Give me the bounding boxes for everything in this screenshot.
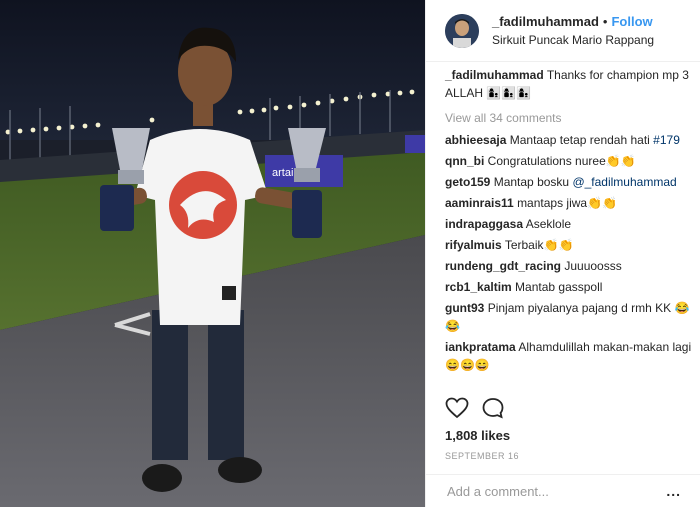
more-options-icon[interactable]: ... [666,483,681,499]
comments-list: _fadilmuhammad Thanks for champion mp 3 … [445,66,692,377]
post-side-panel: _fadilmuhammad • Follow Sirkuit Puncak Mar… [425,0,700,507]
comment-item: rcb1_kaltim Mantab gasspoll [445,278,692,296]
comment-username[interactable]: qnn_bi [445,154,484,168]
comment-item: rundeng_gdt_racing Juuuoosss [445,257,692,275]
comment-item: rifyalmuis Terbaik👏👏 [445,236,692,254]
add-comment-bar: ... [426,474,700,507]
comment-item: aaminrais11 mantaps jiwa👏👏 [445,194,692,212]
comment-username[interactable]: gunt93 [445,301,484,315]
post-photo[interactable]: artai M m [0,0,425,507]
comment-item: qnn_bi Congratulations nuree👏👏 [445,152,692,170]
comment-text: Juuuoosss [564,259,622,273]
photo-scene: artai M m [0,0,425,507]
comment-username[interactable]: abhieesaja [445,133,506,147]
comment-text: Terbaik👏👏 [504,238,574,252]
comment-username[interactable]: indrapaggasa [445,217,523,231]
instagram-post: artai M m [0,0,700,507]
post-header: _fadilmuhammad • Follow Sirkuit Puncak Mar… [426,0,700,62]
comment-text: Mantap bosku [493,175,570,189]
comment-username[interactable]: geto159 [445,175,490,189]
header-username[interactable]: _fadilmuhammad [492,14,599,29]
speech-bubble-icon[interactable] [481,397,505,424]
comment-text: Mantaap tetap rendah hati [509,133,650,147]
caption: _fadilmuhammad Thanks for champion mp 3 … [445,66,692,102]
comment-username[interactable]: rifyalmuis [445,238,502,252]
comment-text: Aseklole [525,217,572,231]
add-comment-input[interactable] [445,482,667,500]
follow-button[interactable]: Follow [611,14,652,29]
comment-username[interactable]: rcb1_kaltim [445,280,512,294]
avatar[interactable] [445,13,479,48]
comment-username[interactable]: rundeng_gdt_racing [445,259,561,273]
action-bar [445,397,505,424]
caption-username[interactable]: _fadilmuhammad [445,68,544,82]
comment-item: geto159 Mantap bosku @_fadilmuhammad [445,173,692,191]
comment-text: Mantab gasspoll [515,280,603,294]
comment-item: iankpratama Alhamdulillah makan-makan la… [445,338,692,374]
comment-item: gunt93 Pinjam piyalanya pajang d rmh KK … [445,299,692,335]
view-all-comments-link[interactable]: View all 34 comments [445,109,692,127]
post-date: SEPTEMBER 16 [445,451,520,461]
comment-text: Congratulations nuree👏👏 [487,154,636,168]
likes-count[interactable]: 1,808 likes [445,428,510,443]
comment-username[interactable]: aaminrais11 [445,196,514,210]
comment-text: mantaps jiwa👏👏 [517,196,617,210]
heart-icon[interactable] [445,397,469,424]
comment-item: indrapaggasa Aseklole [445,215,692,233]
mention-link[interactable]: @_fadilmuhammad [572,175,676,189]
header-separator: • [602,13,608,29]
location-link[interactable]: Sirkuit Puncak Mario Rappang [492,31,654,49]
comment-item: abhieesaja Mantaap tetap rendah hati #17… [445,131,692,149]
comment-username[interactable]: iankpratama [445,340,516,354]
hashtag-link[interactable]: #179 [653,133,680,147]
